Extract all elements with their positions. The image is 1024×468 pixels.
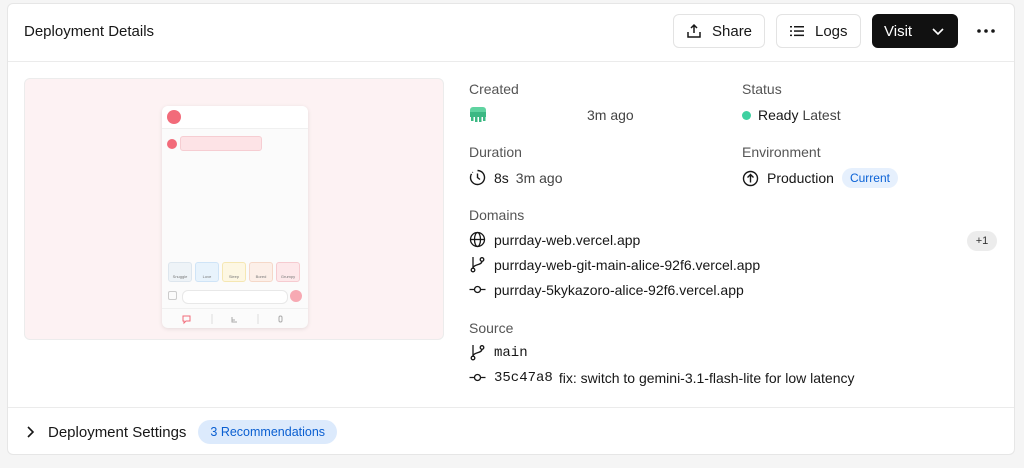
source-branch[interactable]: main <box>494 345 528 361</box>
preview-screenshot: Snuggle Love Sleep Bored Grumpy <box>162 106 308 328</box>
domain-link[interactable]: purrday-web-git-main-alice-92f6.vercel.a… <box>494 257 760 273</box>
deployment-settings-toggle[interactable]: Deployment Settings 3 Recommendations <box>24 420 338 444</box>
created-row <box>469 105 487 123</box>
environment-value: Production <box>767 170 834 186</box>
share-label: Share <box>712 22 753 40</box>
clock-icon <box>469 169 486 186</box>
duration-value: 8s <box>494 169 509 186</box>
created-time: 3m ago <box>587 107 634 123</box>
arrow-up-circle-icon <box>742 170 759 187</box>
chevron-right-icon <box>24 425 36 439</box>
more-options-button[interactable] <box>970 16 1002 46</box>
chevron-down-icon[interactable] <box>931 24 945 38</box>
created-label: Created <box>469 81 519 97</box>
recommendations-badge[interactable]: 3 Recommendations <box>198 420 338 444</box>
current-badge: Current <box>841 168 898 188</box>
domain-row[interactable]: purrday-5kykazoro-alice-92f6.vercel.app <box>469 281 744 298</box>
git-branch-icon <box>469 256 486 273</box>
card-header: Deployment Details Share Logs Visit <box>8 4 1014 62</box>
visit-label: Visit <box>884 22 913 40</box>
preview-chip: Sleep <box>222 262 246 282</box>
deployment-settings-label: Deployment Settings <box>48 423 187 441</box>
more-domains-badge[interactable]: +1 <box>967 231 997 251</box>
domains-label: Domains <box>469 207 525 223</box>
domain-link[interactable]: purrday-5kykazoro-alice-92f6.vercel.app <box>494 282 744 298</box>
status-tag: Latest <box>802 107 841 123</box>
share-button[interactable]: Share <box>673 14 765 48</box>
preview-chip: Love <box>195 262 219 282</box>
preview-chip: Bored <box>249 262 273 282</box>
more-horizontal-icon <box>977 29 995 33</box>
preview-chip: Snuggle <box>168 262 192 282</box>
git-commit-icon <box>469 369 486 386</box>
status-label: Status <box>742 81 782 97</box>
avatar[interactable] <box>469 105 487 123</box>
duration-row: 8s 3m ago <box>469 169 563 186</box>
share-icon <box>686 23 702 39</box>
list-icon <box>789 23 805 39</box>
source-label: Source <box>469 320 514 336</box>
status-value: Ready <box>758 107 799 123</box>
source-branch-row[interactable]: main <box>469 344 528 361</box>
deployment-details-card: Deployment Details Share Logs Visit Snug… <box>7 3 1015 455</box>
environment-row: Production Current <box>742 168 898 188</box>
logs-label: Logs <box>815 22 848 40</box>
logs-button[interactable]: Logs <box>776 14 861 48</box>
domain-row[interactable]: purrday-web-git-main-alice-92f6.vercel.a… <box>469 256 760 273</box>
status-row: Ready Latest <box>742 107 841 123</box>
duration-label: Duration <box>469 144 522 160</box>
duration-ago: 3m ago <box>515 169 563 186</box>
git-commit-icon <box>469 281 486 298</box>
preview-chip: Grumpy <box>276 262 300 282</box>
visit-button[interactable]: Visit <box>872 14 958 48</box>
status-dot <box>742 110 751 120</box>
domain-link[interactable]: purrday-web.vercel.app <box>494 232 640 248</box>
environment-label: Environment <box>742 144 821 160</box>
globe-icon <box>469 231 486 248</box>
deployment-preview[interactable]: Snuggle Love Sleep Bored Grumpy <box>24 78 444 340</box>
git-branch-icon <box>469 344 486 361</box>
domain-row[interactable]: purrday-web.vercel.app <box>469 231 640 248</box>
source-commit-row[interactable]: 35c47a8 fix: switch to gemini-3.1-flash-… <box>469 369 854 386</box>
deployment-settings-section: Deployment Settings 3 Recommendations <box>8 407 1014 454</box>
page-title: Deployment Details <box>24 23 155 40</box>
commit-message: fix: switch to gemini-3.1-flash-lite for… <box>558 369 855 386</box>
commit-hash[interactable]: 35c47a8 <box>494 370 553 386</box>
